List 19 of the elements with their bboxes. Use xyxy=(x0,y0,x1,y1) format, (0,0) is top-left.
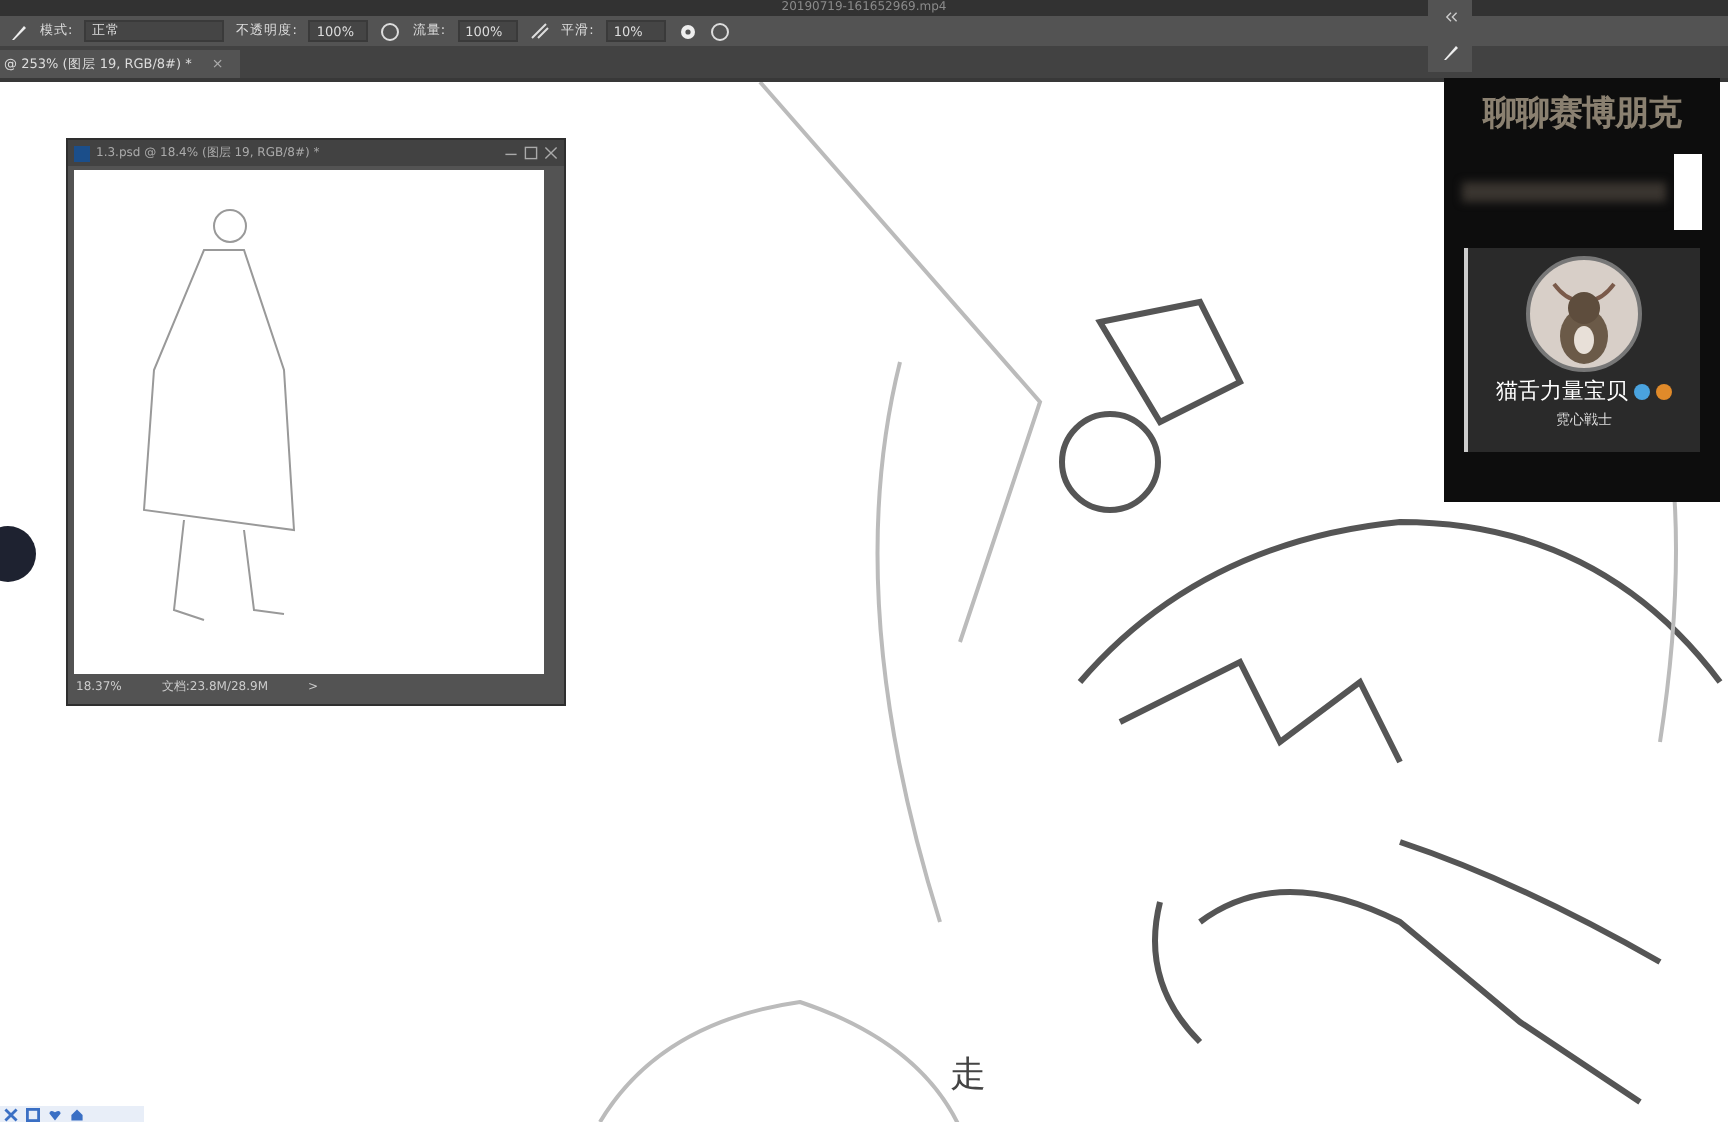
tool-icon[interactable] xyxy=(4,1107,18,1121)
streamer-name: 猫舌力量宝贝 xyxy=(1496,376,1628,406)
video-subtitle: 走 xyxy=(950,1052,986,1098)
overlay-title: 聊聊赛博朋克 xyxy=(1483,92,1681,136)
airbrush-icon[interactable] xyxy=(529,21,550,41)
brush-icon[interactable] xyxy=(1440,42,1460,63)
pressure-icon[interactable] xyxy=(380,21,401,41)
collapse-icon[interactable] xyxy=(1443,9,1457,24)
home-icon[interactable] xyxy=(70,1107,84,1121)
pressure-icon[interactable] xyxy=(709,21,730,41)
settings-icon[interactable] xyxy=(677,21,698,41)
close-icon[interactable] xyxy=(544,146,558,160)
photoshop-icon xyxy=(74,145,90,161)
verified-icon xyxy=(1634,383,1650,399)
heart-icon[interactable] xyxy=(48,1107,62,1121)
brush-icon[interactable] xyxy=(8,21,28,41)
medal-icon xyxy=(1656,383,1672,399)
window-icon[interactable] xyxy=(26,1107,40,1121)
maximize-icon[interactable] xyxy=(524,146,538,160)
